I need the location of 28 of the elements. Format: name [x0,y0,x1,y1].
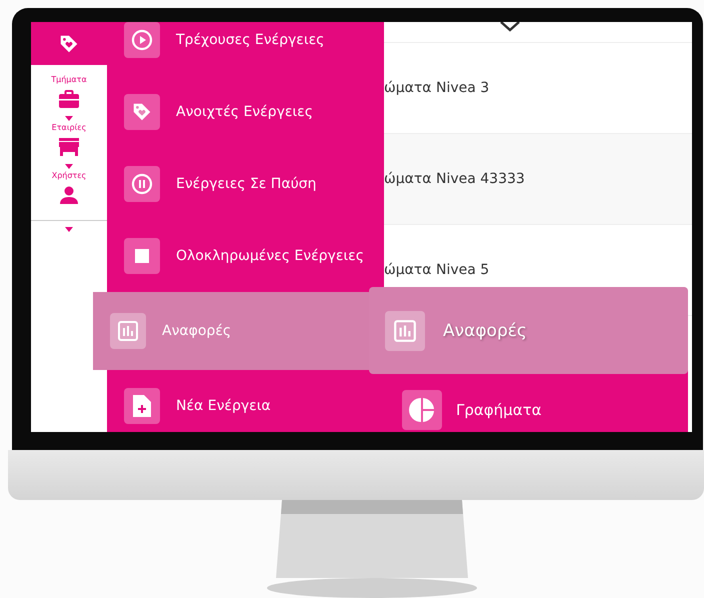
sidebar-label[interactable]: Χρήστες [52,171,86,180]
caret-icon[interactable] [64,164,73,169]
sidebar-label[interactable]: Τμήματα [51,75,87,84]
briefcase-icon[interactable] [59,90,79,108]
tag-icon [131,101,153,123]
caret-icon[interactable] [65,116,73,121]
stop-icon [135,249,149,263]
chart-icon [393,318,417,342]
menu-item[interactable]: Νέα Ενέργεια [107,370,384,432]
pie-chart-icon [409,397,435,423]
table-cell: ώματα Nivea 3 [384,80,490,96]
table-cell: ώματα Nivea 43333 [384,171,525,187]
caret-icon[interactable] [65,227,73,232]
menu-item[interactable]: Ολοκληρωμένες Ενέργειες [107,220,384,292]
sort-icon[interactable] [499,22,521,32]
play-icon [131,29,153,51]
sidebar-label[interactable]: Εταιρίες [52,123,86,132]
chart-icon [117,320,139,342]
menu-item[interactable]: Ανοιχτές Ενέργειες [107,76,384,148]
drag-label: Αναφορές [443,320,527,340]
pause-icon [131,173,153,195]
user-icon[interactable] [60,186,78,204]
table-cell: ώματα Nivea 5 [384,262,490,278]
menu-item[interactable]: Τρέχουσες Ενέργειες [107,22,384,76]
submenu-item[interactable]: Γραφήματα [384,382,688,432]
store-icon[interactable] [59,138,79,156]
file-plus-icon [133,395,151,417]
menu-item[interactable]: Ενέργειες Σε Παύση [107,148,384,220]
